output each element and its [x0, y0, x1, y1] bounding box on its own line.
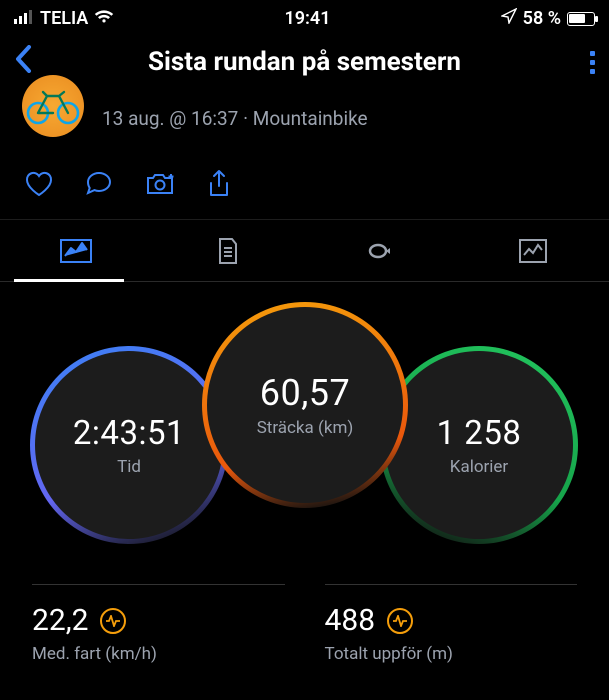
- page-title: Sista rundan på semestern: [54, 47, 555, 77]
- comment-button[interactable]: [84, 169, 114, 199]
- like-button[interactable]: [24, 169, 54, 199]
- circle-time: 2:43:51 Tid: [30, 346, 228, 544]
- activity-meta-text: 13 aug. @ 16:37 · Mountainbike: [102, 107, 368, 130]
- ascent-label: Totalt uppför (m): [325, 644, 578, 664]
- activity-meta: 13 aug. @ 16:37 · Mountainbike: [0, 99, 609, 153]
- bike-icon: [25, 86, 81, 126]
- loop-icon: [364, 239, 398, 263]
- document-icon: [215, 236, 241, 266]
- time-label: Tid: [117, 457, 141, 477]
- share-button[interactable]: [206, 169, 232, 199]
- clock-label: 19:41: [284, 8, 330, 29]
- battery-label: 58 %: [523, 8, 561, 29]
- signal-icon: [14, 8, 34, 29]
- avg-speed-value: 22,2: [32, 603, 88, 638]
- circle-calories: 1 258 Kalorier: [380, 346, 578, 544]
- distance-value: 60,57: [260, 372, 351, 414]
- location-icon: [501, 8, 517, 29]
- stats-row: 22,2 Med. fart (km/h) 488 Totalt uppför …: [0, 584, 609, 664]
- stat-ascent: 488 Totalt uppför (m): [325, 584, 578, 664]
- battery-icon: [567, 12, 595, 26]
- time-value: 2:43:51: [73, 414, 185, 453]
- status-bar: TELIA 19:41 58 %: [0, 0, 609, 33]
- carrier-label: TELIA: [40, 8, 88, 29]
- pulse-icon: [100, 608, 126, 634]
- more-button[interactable]: [555, 51, 595, 74]
- photo-button[interactable]: [144, 169, 176, 199]
- more-icon: [590, 51, 595, 74]
- distance-label: Sträcka (km): [257, 418, 354, 438]
- ascent-value: 488: [325, 603, 376, 638]
- tab-charts[interactable]: [457, 220, 609, 281]
- tab-laps[interactable]: [305, 220, 457, 281]
- activity-avatar[interactable]: [22, 75, 84, 137]
- header: Sista rundan på semestern: [0, 33, 609, 99]
- pulse-icon: [387, 608, 413, 634]
- wifi-icon: [94, 8, 114, 29]
- calories-value: 1 258: [437, 414, 522, 453]
- tab-overview[interactable]: [0, 220, 152, 281]
- chart-icon: [518, 238, 548, 264]
- summary-circles: 2:43:51 Tid 60,57 Sträcka (km) 1 258 Kal…: [0, 302, 609, 562]
- avg-speed-label: Med. fart (km/h): [32, 644, 285, 664]
- overview-icon: [59, 238, 93, 264]
- stat-avg-speed: 22,2 Med. fart (km/h): [32, 584, 285, 664]
- action-bar: [0, 153, 609, 220]
- tab-details[interactable]: [152, 220, 304, 281]
- circle-distance: 60,57 Sträcka (km): [202, 302, 408, 508]
- calories-label: Kalorier: [450, 457, 508, 477]
- tab-bar: [0, 220, 609, 282]
